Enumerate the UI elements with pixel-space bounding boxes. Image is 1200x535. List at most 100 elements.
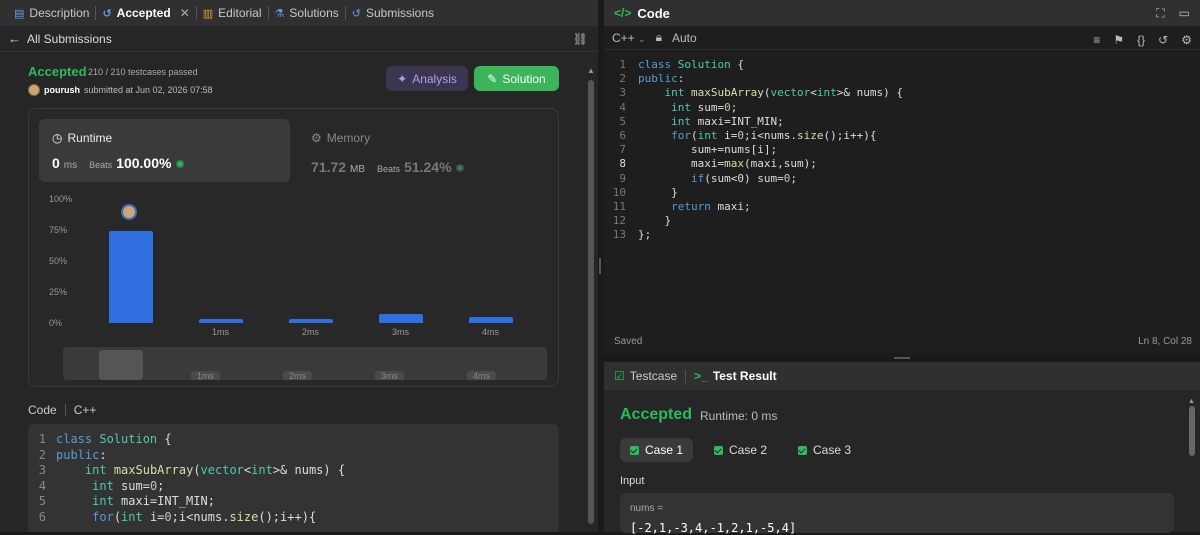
flask-icon: ⚗ xyxy=(274,7,285,20)
back-arrow-icon[interactable]: ← xyxy=(8,31,21,46)
case-1-tab[interactable]: Case 1 xyxy=(620,438,694,462)
input-label: Input xyxy=(620,475,645,487)
tab-label: Accepted xyxy=(116,6,171,20)
close-icon[interactable]: ✕ xyxy=(180,6,190,20)
code-line[interactable]: 5 int maxi=INT_MIN; xyxy=(28,494,559,510)
submitted-code[interactable]: 1 class Solution {2 public: 3 int maxSubArr… xyxy=(28,424,559,532)
tab-solutions[interactable]: ⚗ Solutions xyxy=(269,0,345,26)
username[interactable]: pourush xyxy=(44,85,80,95)
solution-label: Solution xyxy=(502,71,546,86)
code-line[interactable]: 13}; xyxy=(604,228,1200,242)
chart-bar[interactable] xyxy=(469,316,513,323)
code-line[interactable]: 2 public: xyxy=(604,72,1200,86)
code-line[interactable]: 6 for(int i=0;i<nums.size();i++){ xyxy=(604,129,1200,143)
chart-range-selector[interactable]: 1ms 2ms 3ms 4ms xyxy=(63,347,547,380)
result-status: Accepted xyxy=(620,406,693,423)
code-line[interactable]: 1 class Solution { xyxy=(604,58,1200,72)
scroll-up-icon[interactable]: ▲ xyxy=(1188,398,1195,405)
range-handle[interactable] xyxy=(99,350,143,380)
tab-description[interactable]: ▤ Description xyxy=(8,0,95,26)
panel-resize-handle[interactable] xyxy=(599,258,601,274)
case-2-tab[interactable]: Case 2 xyxy=(704,438,777,462)
code-line[interactable]: 3 int maxSubArray(vector<int>& nums) { xyxy=(28,463,559,479)
code-line[interactable]: 12 } xyxy=(604,214,1200,228)
code-line[interactable]: 1 class Solution { xyxy=(28,432,559,448)
minimize-panel-icon[interactable]: ▭ xyxy=(1179,6,1190,21)
code-line[interactable]: 9 if(sum<0) sum=0; xyxy=(604,172,1200,186)
scrollbar-thumb[interactable] xyxy=(588,80,594,524)
code-editor[interactable]: 1 class Solution {2 public: 3 int maxSubArr… xyxy=(604,58,1200,318)
code-line[interactable]: 6 for(int i=0;i<nums.size();i++){ xyxy=(28,510,559,526)
chart-bar[interactable] xyxy=(289,319,333,323)
result-scrollbar[interactable]: ▲ xyxy=(1188,398,1196,532)
tab-submissions[interactable]: ↺ Submissions xyxy=(346,0,440,26)
tab-test-result[interactable]: >_ Test Result xyxy=(694,369,776,383)
code-line[interactable]: 5 int maxi=INT_MIN; xyxy=(604,115,1200,129)
code-text: class Solution { xyxy=(56,432,172,446)
line-number: 7 xyxy=(619,143,626,157)
document-icon: ▤ xyxy=(14,7,25,20)
case-3-tab[interactable]: Case 3 xyxy=(788,438,861,462)
line-number: 5 xyxy=(619,114,626,128)
memory-card[interactable]: ⚙ Memory 71.72 MB Beats 51.24% ✺ xyxy=(311,131,465,175)
settings-icon[interactable]: ⚙ xyxy=(1181,33,1192,47)
auto-mode[interactable]: Auto xyxy=(672,31,697,45)
all-submissions-link[interactable]: All Submissions xyxy=(27,32,112,46)
input-value: [-2,1,-3,4,-1,2,1,-5,4] xyxy=(630,521,797,535)
code-line[interactable]: 8 maxi=max(maxi,sum); xyxy=(604,157,1200,171)
horizontal-resize-handle[interactable] xyxy=(604,354,1200,362)
language-select[interactable]: C++ ⌄ xyxy=(612,31,646,45)
bookmark-icon[interactable]: ⚑ xyxy=(1113,33,1124,47)
reset-icon[interactable]: ↺ xyxy=(1158,33,1168,47)
code-line[interactable]: 10 } xyxy=(604,186,1200,200)
code-line[interactable]: 3 int maxSubArray(vector<int>& nums) { xyxy=(604,86,1200,100)
code-icon: </> xyxy=(614,6,632,20)
scrollbar-thumb[interactable] xyxy=(1189,406,1195,456)
share-link-icon[interactable]: ⛓ xyxy=(573,32,588,46)
chart-bar[interactable] xyxy=(199,319,243,323)
chevron-down-icon: ⌄ xyxy=(638,33,646,44)
braces-icon[interactable]: {} xyxy=(1137,33,1145,47)
code-line[interactable]: 11 return maxi; xyxy=(604,200,1200,214)
code-text: int maxi=INT_MIN; xyxy=(92,494,215,508)
code-line[interactable]: 7 sum+=nums[i]; xyxy=(604,143,1200,157)
line-number: 4 xyxy=(619,100,626,114)
language-value: C++ xyxy=(612,30,635,45)
solution-button[interactable]: ✎ Solution xyxy=(474,66,559,91)
clap-icon: ✺ xyxy=(455,163,465,175)
grip[interactable] xyxy=(894,357,910,359)
tab-testcase[interactable]: ☑ Testcase xyxy=(614,369,677,383)
code-line[interactable]: 4 int sum=0; xyxy=(28,479,559,495)
y-tick-label: 100% xyxy=(49,194,73,204)
sparkle-icon: ✦ xyxy=(397,71,408,86)
chart-bar[interactable] xyxy=(109,231,153,323)
clap-icon: ✺ xyxy=(175,159,185,171)
scroll-up-icon[interactable]: ▲ xyxy=(587,66,595,75)
avatar[interactable] xyxy=(28,84,40,96)
tab-editorial[interactable]: ▥ Editorial xyxy=(197,0,268,26)
code-text: int sum=0; xyxy=(92,478,165,493)
code-text: }; xyxy=(638,228,652,242)
checkbox-icon: ☑ xyxy=(614,369,625,383)
runtime-beats-value: 100.00% xyxy=(116,155,172,171)
runtime-card[interactable]: ◷ Runtime 0 ms Beats 100.00% ✺ xyxy=(39,119,290,182)
history-icon: ↺ xyxy=(102,7,112,20)
code-line[interactable]: 2 public: xyxy=(28,448,559,464)
y-tick-label: 75% xyxy=(49,225,68,235)
memory-label: Memory xyxy=(326,131,371,145)
code-line[interactable]: 4 int sum=0; xyxy=(604,101,1200,115)
format-icon[interactable]: ≡ xyxy=(1093,33,1100,47)
check-icon xyxy=(798,445,807,455)
line-number: 11 xyxy=(612,199,626,213)
tab-accepted[interactable]: ↺ Accepted ✕ xyxy=(96,0,195,26)
case-label: Case 2 xyxy=(729,443,768,457)
line-number: 10 xyxy=(612,185,626,199)
left-scrollbar[interactable]: ▲ xyxy=(586,52,596,532)
code-label: Code xyxy=(28,403,57,417)
chart-bar[interactable] xyxy=(379,314,423,323)
code-text: } xyxy=(638,214,672,228)
maximize-icon[interactable]: ⛶ xyxy=(1156,6,1164,21)
analysis-button[interactable]: ✦ Analysis xyxy=(386,66,468,91)
your-submission-avatar[interactable] xyxy=(121,204,137,221)
tab-label: Solutions xyxy=(289,6,339,20)
